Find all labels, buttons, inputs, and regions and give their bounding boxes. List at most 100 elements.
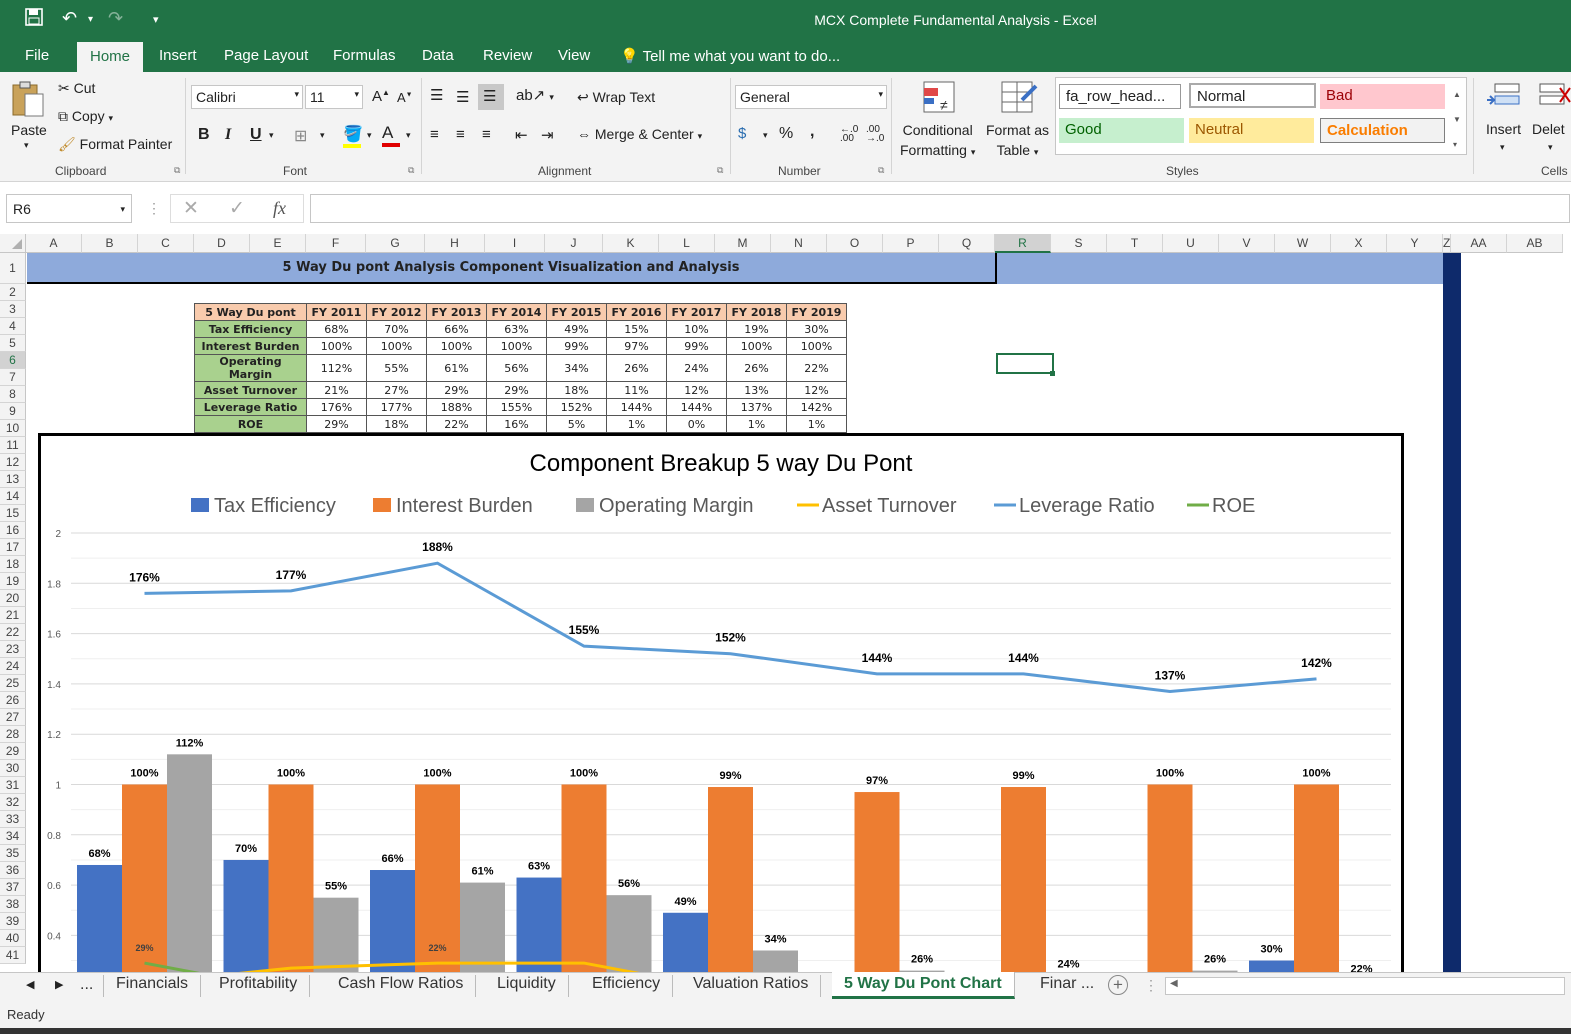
- table-cell[interactable]: 188%: [426, 398, 487, 416]
- tell-me-box[interactable]: 💡 Tell me what you want to do...: [620, 47, 840, 65]
- align-left-icon[interactable]: ≡: [430, 126, 439, 143]
- table-header-cell[interactable]: FY 2019: [786, 303, 847, 321]
- decrease-font-icon[interactable]: A▼: [397, 90, 413, 105]
- font-launcher-icon[interactable]: ⧉: [408, 165, 414, 176]
- align-right-icon[interactable]: ≡: [482, 126, 491, 143]
- table-header-cell[interactable]: 5 Way Du pont: [194, 303, 307, 321]
- table-cell[interactable]: 142%: [786, 398, 847, 416]
- row-header[interactable]: 22: [0, 624, 26, 641]
- row-header[interactable]: 5: [0, 335, 26, 352]
- fill-color-icon[interactable]: 🪣: [343, 124, 363, 148]
- column-header[interactable]: T: [1107, 234, 1163, 253]
- row-header[interactable]: 39: [0, 913, 26, 930]
- table-cell[interactable]: 13%: [726, 381, 787, 399]
- undo-dropdown-icon[interactable]: ▾: [88, 14, 93, 25]
- row-header[interactable]: 21: [0, 607, 26, 624]
- column-header[interactable]: Q: [939, 234, 995, 253]
- table-cell[interactable]: 177%: [366, 398, 427, 416]
- row-header[interactable]: 7: [0, 369, 26, 386]
- row-header[interactable]: 11: [0, 437, 26, 454]
- style-good[interactable]: Good: [1059, 118, 1184, 143]
- fill-handle[interactable]: [1050, 371, 1055, 376]
- table-row-label[interactable]: Operating Margin: [194, 354, 307, 382]
- table-cell[interactable]: 12%: [666, 381, 727, 399]
- orientation-icon[interactable]: ab↗ ▾: [516, 86, 554, 104]
- enter-icon[interactable]: ✓: [229, 197, 245, 220]
- table-row-label[interactable]: Interest Burden: [194, 337, 307, 355]
- row-header[interactable]: 32: [0, 794, 26, 811]
- font-size-select[interactable]: 11 ▾: [305, 85, 363, 109]
- column-header[interactable]: K: [603, 234, 659, 253]
- style-fa-row-head[interactable]: fa_row_head...: [1059, 84, 1181, 109]
- table-cell[interactable]: 56%: [486, 354, 547, 382]
- select-all-corner[interactable]: [0, 234, 26, 253]
- bold-button[interactable]: B: [198, 126, 210, 144]
- font-color-dropdown-icon[interactable]: ▾: [406, 130, 411, 141]
- tab-file[interactable]: File: [25, 47, 49, 64]
- column-header[interactable]: I: [485, 234, 545, 253]
- table-cell[interactable]: 66%: [426, 320, 487, 338]
- table-cell[interactable]: 100%: [786, 337, 847, 355]
- row-header[interactable]: 37: [0, 879, 26, 896]
- table-cell[interactable]: 26%: [606, 354, 667, 382]
- row-header[interactable]: 1: [0, 253, 26, 284]
- table-cell[interactable]: 144%: [606, 398, 667, 416]
- table-cell[interactable]: 100%: [306, 337, 367, 355]
- customize-qat-icon[interactable]: ▾: [153, 13, 159, 26]
- column-header[interactable]: J: [545, 234, 603, 253]
- column-header[interactable]: D: [194, 234, 250, 253]
- tab-view[interactable]: View: [558, 47, 590, 64]
- table-header-cell[interactable]: FY 2016: [606, 303, 667, 321]
- table-row-label[interactable]: ROE: [194, 415, 307, 433]
- sheet-tab-more[interactable]: ...: [68, 976, 105, 998]
- column-header[interactable]: X: [1331, 234, 1387, 253]
- sheet-tab-financial[interactable]: Finar ...: [1028, 975, 1106, 997]
- row-header[interactable]: 13: [0, 471, 26, 488]
- column-header[interactable]: Z: [1443, 234, 1451, 253]
- row-header[interactable]: 33: [0, 811, 26, 828]
- row-header[interactable]: 2: [0, 284, 26, 301]
- cut-button[interactable]: ✂ Cut: [58, 80, 95, 97]
- alignment-launcher-icon[interactable]: ⧉: [717, 165, 723, 176]
- column-header[interactable]: S: [1051, 234, 1107, 253]
- insert-dropdown-icon[interactable]: ▾: [1500, 142, 1505, 153]
- table-cell[interactable]: 1%: [786, 415, 847, 433]
- row-header[interactable]: 26: [0, 692, 26, 709]
- row-header[interactable]: 8: [0, 386, 26, 403]
- sheet-tab-cash-flow-ratios[interactable]: Cash Flow Ratios: [326, 975, 477, 997]
- row-header[interactable]: 4: [0, 318, 26, 335]
- table-cell[interactable]: 144%: [666, 398, 727, 416]
- column-header[interactable]: P: [883, 234, 939, 253]
- table-cell[interactable]: 18%: [546, 381, 607, 399]
- formula-input[interactable]: [310, 194, 1570, 223]
- row-header[interactable]: 31: [0, 777, 26, 794]
- underline-dropdown-icon[interactable]: ▾: [269, 130, 274, 141]
- row-header[interactable]: 6: [0, 352, 26, 369]
- table-cell[interactable]: 49%: [546, 320, 607, 338]
- cancel-icon[interactable]: ✕: [183, 197, 199, 220]
- align-center-icon[interactable]: ≡: [456, 126, 465, 143]
- table-cell[interactable]: 100%: [366, 337, 427, 355]
- name-box[interactable]: R6 ▾: [6, 194, 132, 223]
- increase-font-icon[interactable]: A▲: [372, 88, 390, 105]
- column-header[interactable]: N: [771, 234, 827, 253]
- comma-button[interactable]: ,: [810, 123, 814, 141]
- scroll-left-icon[interactable]: ◀: [26, 978, 34, 991]
- table-cell[interactable]: 100%: [486, 337, 547, 355]
- table-cell[interactable]: 1%: [726, 415, 787, 433]
- sheet-tab-profitability[interactable]: Profitability: [207, 975, 311, 997]
- table-cell[interactable]: 1%: [606, 415, 667, 433]
- paste-button[interactable]: Paste: [11, 122, 47, 138]
- decrease-decimal-icon[interactable]: .00 →.0: [866, 125, 884, 144]
- table-cell[interactable]: 16%: [486, 415, 547, 433]
- row-header[interactable]: 38: [0, 896, 26, 913]
- table-cell[interactable]: 24%: [666, 354, 727, 382]
- style-calculation[interactable]: Calculation: [1320, 118, 1445, 143]
- tab-data[interactable]: Data: [422, 47, 454, 64]
- increase-decimal-icon[interactable]: ←.0.00: [840, 125, 858, 144]
- align-top-icon[interactable]: ☰: [430, 86, 443, 104]
- row-header[interactable]: 19: [0, 573, 26, 590]
- table-cell[interactable]: 30%: [786, 320, 847, 338]
- table-cell[interactable]: 19%: [726, 320, 787, 338]
- column-header[interactable]: A: [26, 234, 82, 253]
